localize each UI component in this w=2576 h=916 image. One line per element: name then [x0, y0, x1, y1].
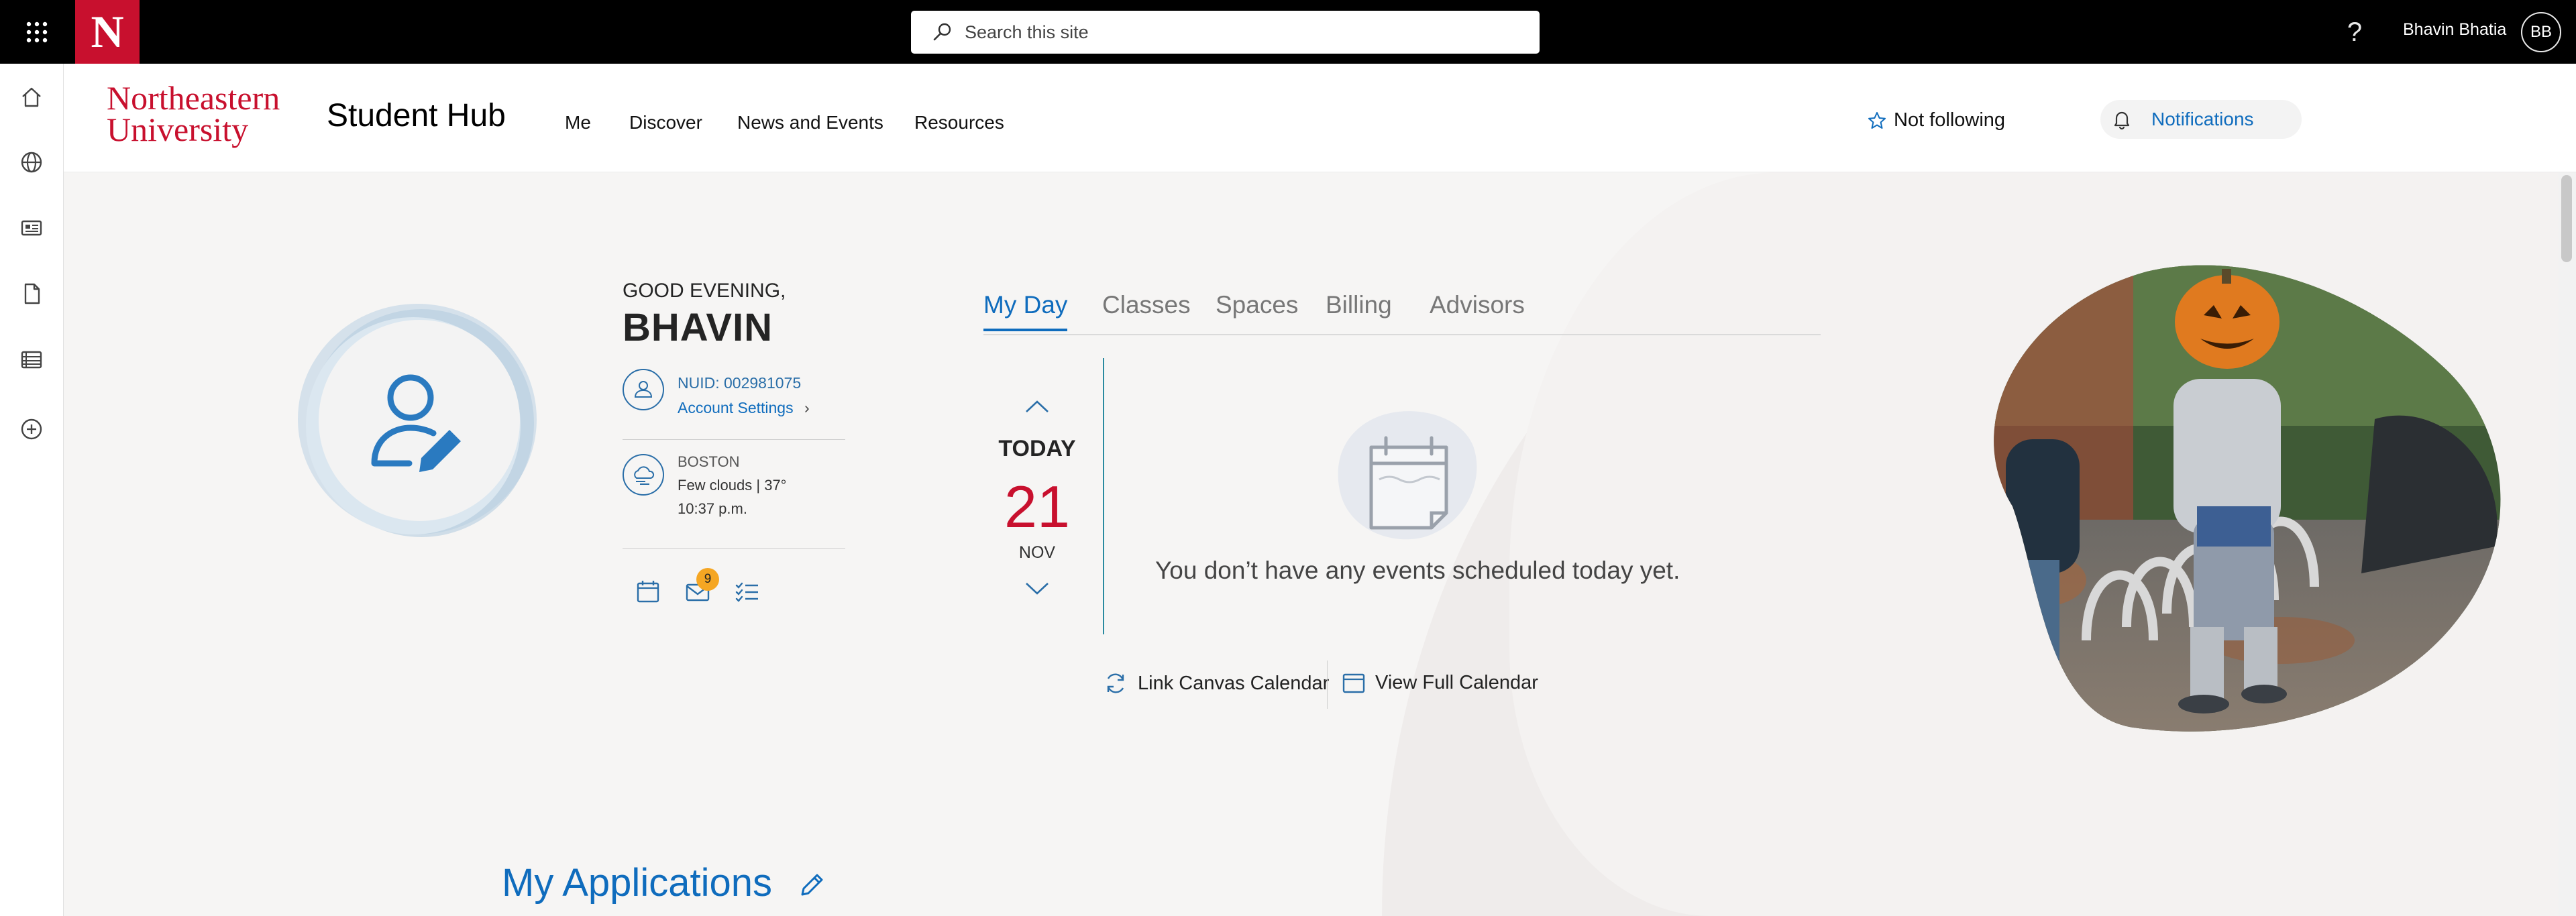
tab-spaces[interactable]: Spaces [1216, 291, 1298, 329]
view-full-calendar-label: View Full Calendar [1375, 671, 1538, 693]
user-first-name: BHAVIN [623, 306, 773, 349]
help-button[interactable]: ? [2340, 12, 2369, 52]
link-canvas-label: Link Canvas Calendar [1138, 672, 1330, 694]
site-search-box[interactable] [911, 11, 1540, 54]
n-logo-letter: N [91, 6, 124, 57]
left-app-bar [0, 64, 64, 916]
nav-discover[interactable]: Discover [629, 112, 702, 133]
month-label: NOV [1018, 543, 1056, 562]
page-scrollbar[interactable] [2559, 172, 2576, 916]
local-time: 10:37 p.m. [678, 500, 747, 517]
day-selector: TODAY 21 NOV [983, 355, 1104, 637]
user-avatar[interactable]: BB [2521, 12, 2561, 52]
empty-calendar-illustration [1332, 406, 1480, 547]
day-number: 21 [1004, 473, 1070, 540]
search-icon [933, 23, 951, 41]
tab-my-day[interactable]: My Day [983, 291, 1068, 331]
task-list-icon[interactable] [731, 575, 763, 608]
suite-bar: N ? Bhavin Bhatia BB [0, 0, 2576, 64]
no-events-message: You don’t have any events scheduled toda… [1155, 557, 1680, 584]
tab-advisors[interactable]: Advisors [1430, 291, 1525, 329]
nav-me[interactable]: Me [565, 112, 591, 133]
follow-label: Not following [1894, 109, 2006, 131]
weather-icon [623, 454, 664, 496]
calendar-icon [1342, 673, 1365, 693]
follow-button[interactable]: Not following [1867, 109, 2005, 131]
logo-line-2: University [107, 111, 249, 148]
user-display-name[interactable]: Bhavin Bhatia [2403, 20, 2506, 40]
chevron-right-icon: › [804, 399, 810, 416]
site-title[interactable]: Student Hub [327, 97, 506, 134]
account-settings-label: Account Settings [678, 399, 794, 416]
scrollbar-thumb[interactable] [2561, 175, 2572, 262]
calendar-links-separator [1327, 661, 1328, 709]
tab-billing[interactable]: Billing [1326, 291, 1392, 329]
my-applications-heading: My Applications [502, 861, 772, 905]
tab-classes[interactable]: Classes [1102, 291, 1191, 329]
link-canvas-calendar-button[interactable]: Link Canvas Calendar [1103, 671, 1329, 696]
profile-avatar[interactable] [295, 298, 540, 543]
nav-resources[interactable]: Resources [914, 112, 1004, 133]
calendar-icon[interactable] [632, 575, 664, 608]
notifications-button[interactable]: Notifications [2100, 100, 2302, 139]
dashboard-tabs: My Day Classes Spaces Billing Advisors [983, 288, 1821, 335]
app-launcher-icon[interactable] [0, 0, 74, 64]
person-icon [623, 369, 664, 410]
nav-news-and-events[interactable]: News and Events [737, 112, 883, 133]
profile-divider-2 [623, 548, 845, 549]
chevron-down-icon[interactable] [1017, 575, 1057, 602]
list-icon[interactable] [15, 343, 48, 376]
star-icon [1868, 111, 1886, 129]
weather-city: BOSTON [678, 453, 740, 470]
greeting-text: GOOD EVENING, [623, 280, 786, 302]
nuid-text: NUID: 002981075 [678, 374, 802, 392]
news-icon[interactable] [15, 211, 48, 245]
globe-icon[interactable] [15, 146, 48, 179]
notifications-label: Notifications [2151, 109, 2254, 129]
weather-conditions: Few clouds | 37° [678, 477, 787, 494]
profile-divider [623, 439, 845, 440]
logo-line-1: Northeastern [107, 79, 280, 117]
today-label: TODAY [998, 436, 1076, 461]
account-settings-link[interactable]: Account Settings › [678, 399, 810, 417]
home-icon[interactable] [15, 80, 48, 114]
search-input[interactable] [965, 21, 1515, 43]
mail-count-badge: 9 [696, 568, 719, 591]
add-icon[interactable] [15, 412, 48, 446]
northeastern-n-logo[interactable]: N [75, 0, 140, 64]
day-divider-line [1103, 358, 1104, 634]
chevron-up-icon[interactable] [1017, 393, 1057, 420]
bell-icon [2114, 111, 2130, 130]
sync-icon [1107, 673, 1124, 693]
edit-pencil-icon[interactable] [796, 869, 828, 901]
campus-photo [1932, 265, 2522, 738]
site-header: Northeastern University Student Hub Me D… [64, 64, 2576, 172]
northeastern-university-logo[interactable]: Northeastern University [107, 79, 280, 148]
document-icon[interactable] [15, 277, 48, 310]
view-full-calendar-button[interactable]: View Full Calendar [1342, 671, 1538, 695]
